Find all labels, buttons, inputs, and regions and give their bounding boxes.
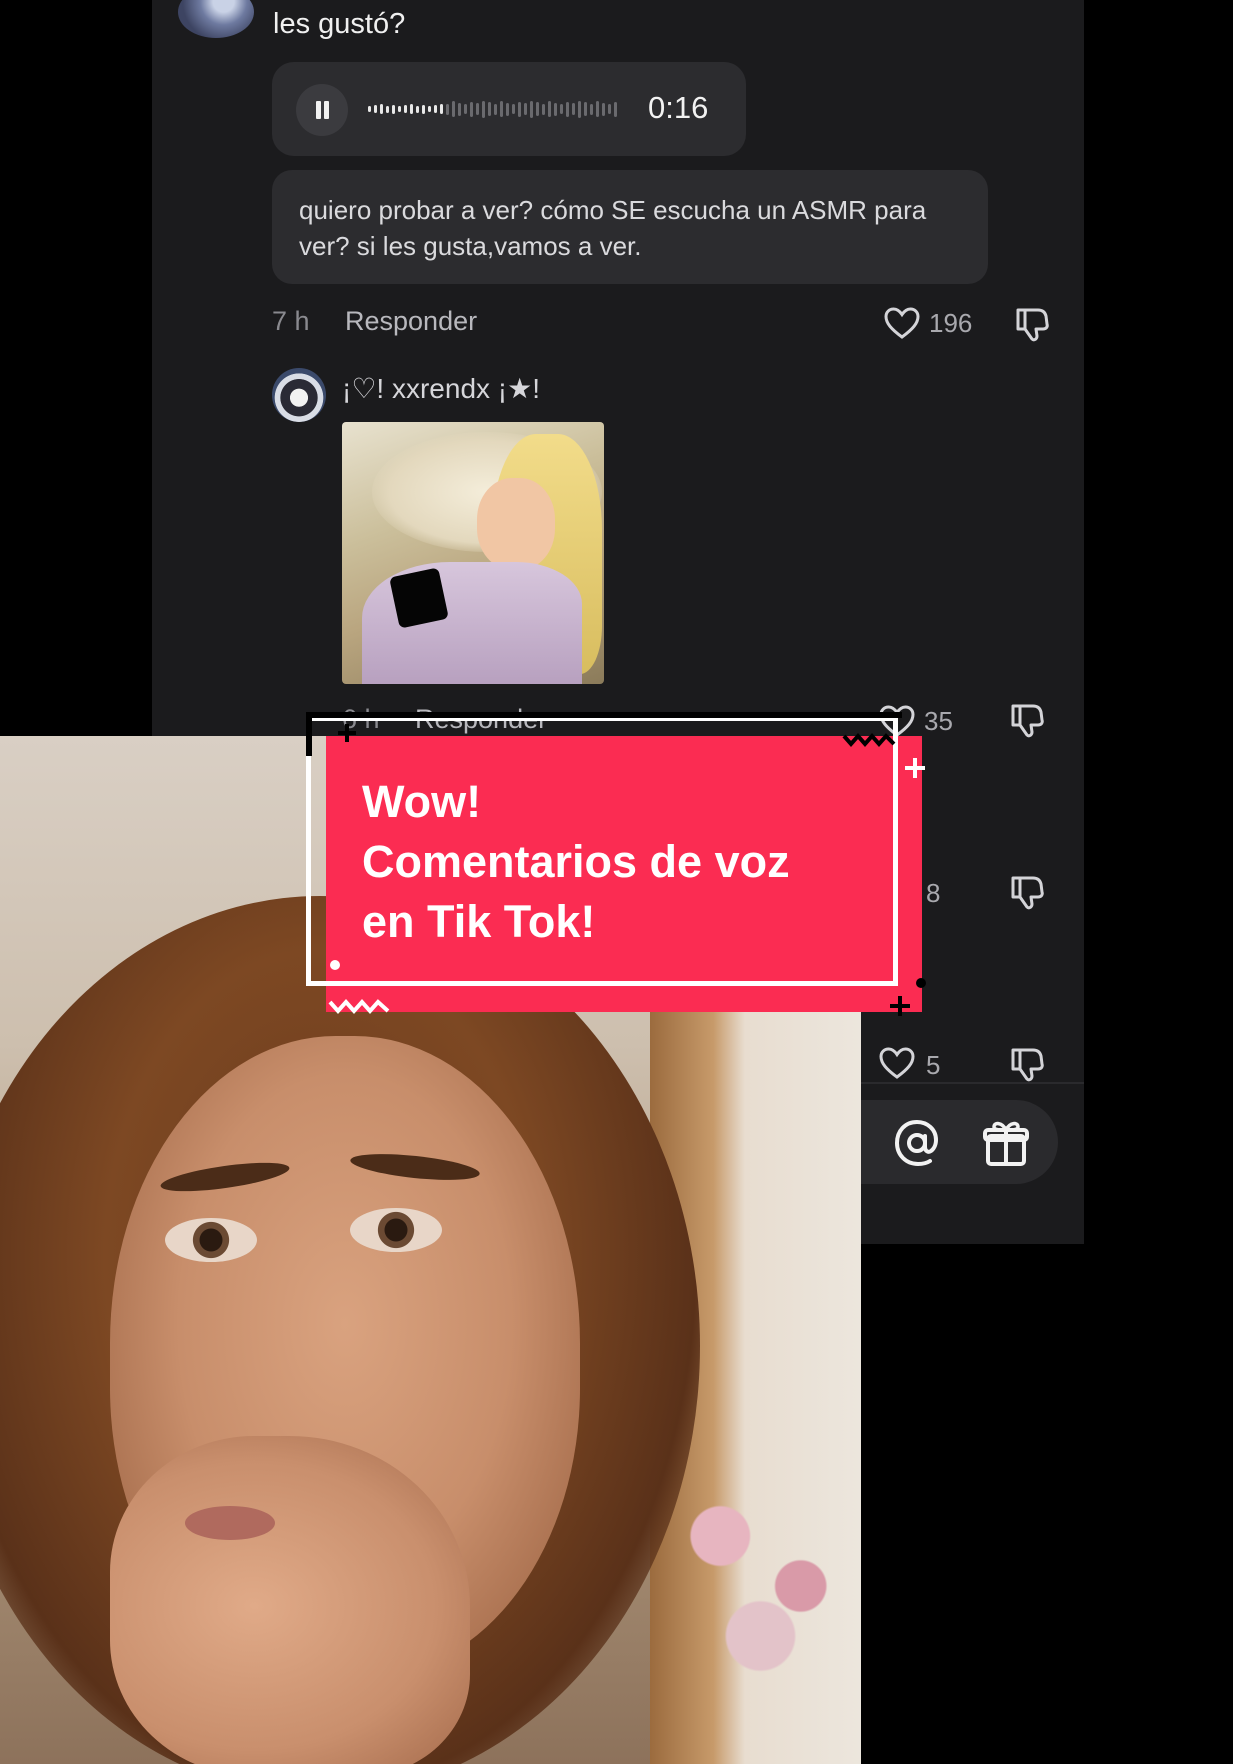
like-count: 35 xyxy=(924,706,953,736)
waveform-bar xyxy=(536,102,539,116)
heart-icon[interactable] xyxy=(883,306,921,340)
plus-decoration xyxy=(890,996,910,1016)
reply-button[interactable]: Responder xyxy=(345,306,477,337)
at-icon[interactable] xyxy=(892,1118,942,1168)
waveform-bar xyxy=(608,104,611,114)
waveform-bar xyxy=(530,100,533,118)
waveform-bar xyxy=(506,102,509,116)
like-count: 5 xyxy=(926,1050,941,1080)
zigzag-decoration xyxy=(328,998,390,1015)
waveform-bar xyxy=(566,101,569,117)
comment-text-end: les gustó? xyxy=(273,8,406,40)
waveform-bar xyxy=(458,102,461,116)
waveform-bar xyxy=(410,104,413,114)
waveform-bar xyxy=(374,105,377,113)
waveform-bar xyxy=(434,105,437,113)
caption-banner-accent xyxy=(306,712,312,756)
waveform-bar xyxy=(482,100,485,118)
waveform-bar xyxy=(398,106,401,112)
dot-decoration xyxy=(916,978,926,988)
comment-time: 7 h xyxy=(272,306,310,336)
waveform-bar xyxy=(422,104,425,114)
waveform-bar xyxy=(572,103,575,115)
waveform-bar xyxy=(464,104,467,114)
plus-decoration xyxy=(338,724,356,742)
waveform-bar xyxy=(518,101,521,117)
waveform-bar xyxy=(542,103,545,115)
reply-bubble: quiero probar a ver? cómo SE escucha un … xyxy=(272,170,988,284)
heart-icon[interactable] xyxy=(878,1046,916,1080)
caption-text: Wow! Comentarios de voz en Tik Tok! xyxy=(362,776,790,947)
censor-block xyxy=(389,567,449,629)
waveform-bar xyxy=(500,101,503,117)
waveform-bar xyxy=(560,104,563,114)
waveform-bar xyxy=(488,102,491,116)
waveform-bar xyxy=(614,101,617,117)
waveform-bar xyxy=(470,101,473,117)
divider xyxy=(860,1082,1084,1084)
waveform-bar xyxy=(584,102,587,116)
waveform-bar xyxy=(548,101,551,117)
waveform-bar xyxy=(404,105,407,113)
dislike-icon[interactable] xyxy=(1012,304,1052,344)
waveform-bar xyxy=(386,105,389,113)
dot-decoration xyxy=(330,960,340,970)
zigzag-decoration xyxy=(842,732,896,748)
like-count: 196 xyxy=(929,308,973,338)
like-count: 8 xyxy=(926,878,941,908)
waveform-bar xyxy=(476,103,479,115)
waveform-bar xyxy=(554,102,557,116)
reply-text: quiero probar a ver? cómo SE escucha un … xyxy=(299,195,927,261)
dislike-icon[interactable] xyxy=(1007,872,1047,912)
waveform-bar xyxy=(380,104,383,114)
waveform-bar xyxy=(512,104,515,114)
waveform-bar xyxy=(392,104,395,114)
waveform-bar xyxy=(494,103,497,115)
waveform-bar xyxy=(416,105,419,113)
user-avatar[interactable] xyxy=(272,368,326,422)
waveform-bar xyxy=(446,103,449,115)
comment-input-bar[interactable] xyxy=(858,1100,1058,1184)
waveform-bar xyxy=(452,101,455,117)
waveform-bar xyxy=(368,106,371,112)
voice-comment-player[interactable]: 0:16 xyxy=(272,62,746,156)
caption-banner-accent xyxy=(306,712,902,718)
gift-icon[interactable] xyxy=(982,1118,1030,1168)
waveform-bar xyxy=(596,101,599,117)
waveform-bar xyxy=(590,103,593,115)
voice-duration: 0:16 xyxy=(648,90,709,125)
dislike-icon[interactable] xyxy=(1007,1044,1047,1084)
voice-waveform[interactable] xyxy=(368,96,624,122)
waveform-bar xyxy=(428,106,431,112)
comment-image[interactable] xyxy=(342,422,604,684)
waveform-bar xyxy=(524,103,527,115)
dislike-icon[interactable] xyxy=(1007,700,1047,740)
waveform-bar xyxy=(602,102,605,116)
waveform-bar xyxy=(578,100,581,118)
username[interactable]: ¡♡! xxrendx ¡★! xyxy=(342,372,540,405)
waveform-bar xyxy=(440,104,443,114)
plus-decoration xyxy=(905,758,925,778)
pause-icon[interactable] xyxy=(296,84,348,136)
